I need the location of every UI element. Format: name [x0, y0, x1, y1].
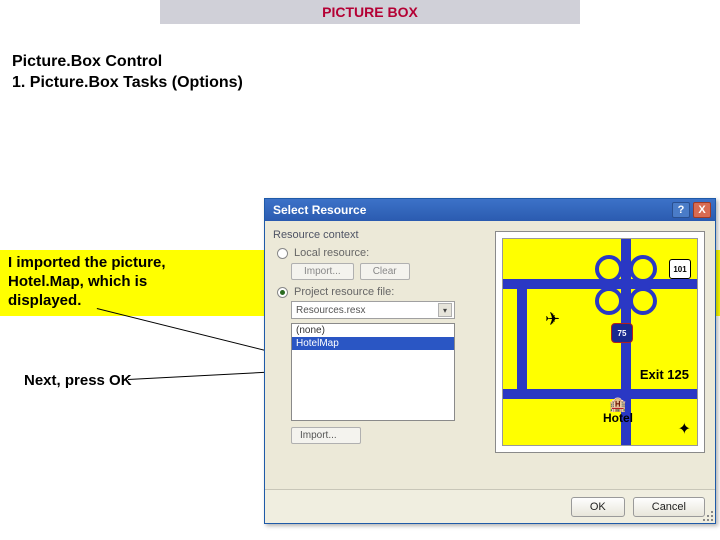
compass-icon: ✦ — [678, 419, 691, 439]
hotel-icon: 🏨 — [603, 397, 633, 411]
close-icon: X — [698, 205, 705, 216]
airplane-icon: ✈ — [545, 309, 560, 330]
close-button[interactable]: X — [693, 202, 711, 218]
chevron-down-icon: ▾ — [438, 303, 452, 317]
resource-listbox[interactable]: (none) HotelMap — [291, 323, 455, 421]
hotel-label: 🏨 Hotel — [603, 397, 633, 425]
highlight-note-text: I imported the picture, Hotel.Map, which… — [8, 254, 208, 310]
subtitle-line-1: Picture.Box Control — [12, 52, 243, 73]
next-instruction: Next, press OK — [24, 372, 132, 389]
exit-label: Exit 125 — [640, 367, 689, 382]
ok-button[interactable]: OK — [571, 497, 625, 517]
dialog-footer: OK Cancel — [265, 489, 715, 523]
subtitle-line-2: 1. Picture.Box Tasks (Options) — [12, 73, 243, 94]
radio-icon — [277, 287, 288, 298]
help-icon: ? — [678, 205, 685, 216]
route-shield: 101 — [669, 259, 691, 279]
resize-grip-icon[interactable] — [701, 509, 715, 523]
import-local-button: Import... — [291, 263, 354, 280]
radio-icon — [277, 248, 288, 259]
select-resource-dialog: Select Resource ? X Resource context Loc… — [264, 198, 716, 524]
slide-banner: PICTURE BOX — [160, 0, 580, 24]
local-resource-label: Local resource: — [294, 247, 369, 259]
resource-file-combo[interactable]: Resources.resx ▾ — [291, 301, 455, 319]
hotelmap-image: 101 75 ✈ Exit 125 🏨 Hotel ✦ — [502, 238, 698, 446]
import-project-button[interactable]: Import... — [291, 427, 361, 444]
interstate-shield: 75 — [611, 323, 633, 343]
cancel-button[interactable]: Cancel — [633, 497, 705, 517]
dialog-title: Select Resource — [273, 203, 366, 217]
preview-pane: 101 75 ✈ Exit 125 🏨 Hotel ✦ — [495, 231, 705, 453]
project-resource-label: Project resource file: — [294, 286, 394, 298]
combo-value: Resources.resx — [296, 305, 365, 316]
clear-button: Clear — [360, 263, 410, 280]
banner-text: PICTURE BOX — [322, 4, 418, 20]
slide-subtitle: Picture.Box Control 1. Picture.Box Tasks… — [12, 52, 243, 94]
list-item[interactable]: HotelMap — [292, 337, 454, 350]
dialog-titlebar[interactable]: Select Resource ? X — [265, 199, 715, 221]
list-item[interactable]: (none) — [292, 324, 454, 337]
help-button[interactable]: ? — [672, 202, 690, 218]
